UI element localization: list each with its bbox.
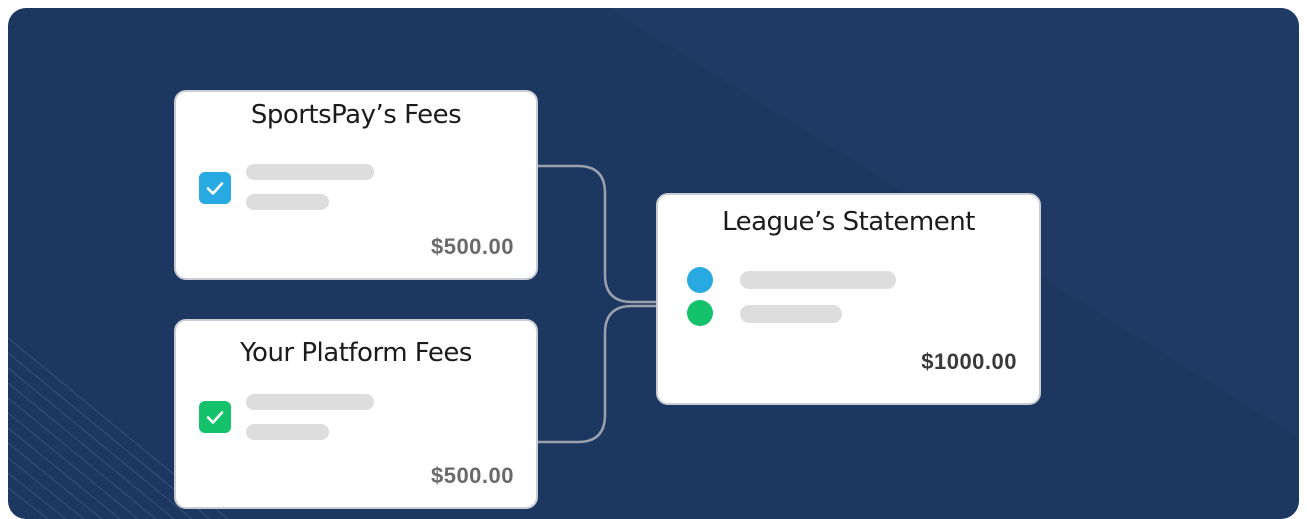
placeholder-line [740, 305, 842, 323]
connector-sportspay-to-statement [537, 164, 658, 304]
placeholder-line [246, 394, 374, 410]
checkmark-icon [206, 182, 224, 195]
platform-fees-card: Your Platform Fees $500.00 [174, 319, 538, 509]
league-statement-amount: $1000.00 [921, 349, 1017, 374]
checkbox-green[interactable] [199, 401, 231, 433]
checkbox-blue[interactable] [199, 172, 231, 204]
placeholder-line [246, 424, 329, 440]
checkmark-icon [206, 411, 224, 424]
placeholder-line [246, 164, 374, 180]
placeholder-line [246, 194, 329, 210]
connector-platform-to-statement [537, 304, 658, 444]
sportspay-fees-title: SportsPay’s Fees [250, 100, 462, 130]
sportspay-fees-card: SportsPay’s Fees $500.00 [174, 90, 538, 280]
sportspay-fees-amount: $500.00 [430, 234, 514, 259]
league-statement-card: League’s Statement $1000.00 [656, 193, 1041, 405]
league-statement-title: League’s Statement [722, 207, 975, 237]
green-status-dot [687, 300, 713, 326]
platform-fees-title: Your Platform Fees [240, 338, 472, 368]
diagram-canvas: SportsPay’s Fees $500.00 Your Platform F… [8, 8, 1299, 519]
placeholder-line [740, 271, 896, 289]
blue-status-dot [687, 267, 713, 293]
platform-fees-amount: $500.00 [430, 463, 514, 488]
